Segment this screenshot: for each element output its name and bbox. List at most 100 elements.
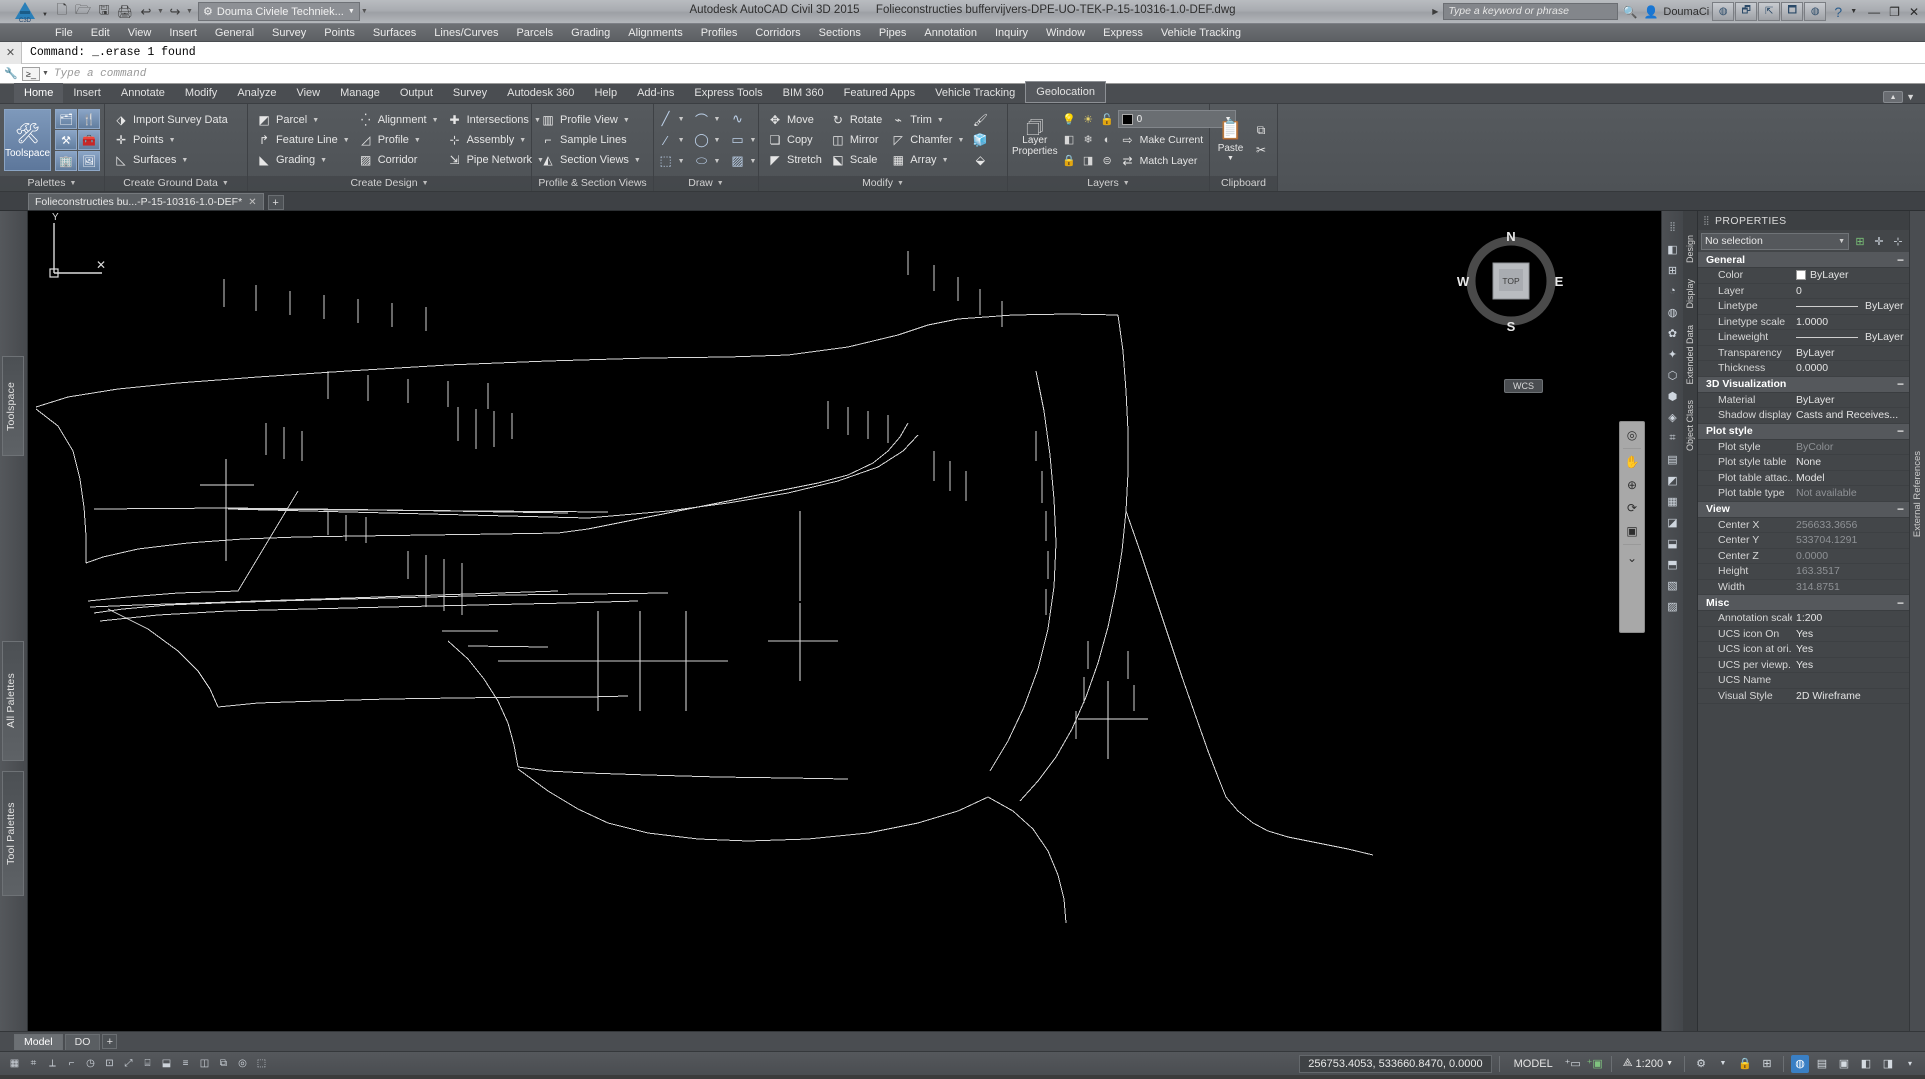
construction-line-tool[interactable]: ⁄ ▼ bbox=[653, 130, 688, 150]
pan-icon[interactable]: ✋ bbox=[1622, 452, 1642, 472]
annotation-scale-control[interactable]: ⟁ 1:200 ▼ bbox=[1619, 1057, 1677, 1070]
auto-scale-icon[interactable]: ⁺▣ bbox=[1586, 1055, 1604, 1073]
menu-item-grading[interactable]: Grading bbox=[562, 24, 619, 42]
property-row[interactable]: Linetype ByLayer bbox=[1698, 299, 1909, 315]
scale-button[interactable]: ⬕ Scale bbox=[826, 151, 886, 170]
chevron-down-icon[interactable]: ▼ bbox=[749, 137, 756, 144]
properties-icon[interactable]: 🏢 bbox=[55, 151, 78, 171]
menu-item-annotation[interactable]: Annotation bbox=[915, 24, 986, 42]
properties-tab-design[interactable]: Design bbox=[1685, 235, 1695, 263]
open-icon[interactable]: 🗁 bbox=[73, 2, 93, 22]
tool-strip-icon-12[interactable]: ▦ bbox=[1664, 492, 1682, 510]
annotation-visibility-icon[interactable]: ⁺▭ bbox=[1564, 1055, 1582, 1073]
section-collapse-icon[interactable]: − bbox=[1897, 597, 1904, 609]
property-row[interactable]: Linetype scale 1.0000 bbox=[1698, 315, 1909, 330]
menu-item-view[interactable]: View bbox=[119, 24, 161, 42]
ribbon-tab-featured-apps[interactable]: Featured Apps bbox=[834, 83, 926, 103]
layer-unisolate-icon[interactable]: ◨ bbox=[1080, 152, 1097, 169]
redo-icon[interactable]: ↪ bbox=[165, 2, 185, 22]
grading-button[interactable]: ◣ Grading ▼ bbox=[252, 151, 354, 170]
panel-expand-icon[interactable]: ▼ bbox=[897, 176, 904, 191]
undo-icon[interactable]: ↩ bbox=[136, 2, 156, 22]
search-binoculars-icon[interactable]: 🔍 bbox=[1621, 3, 1639, 21]
minimize-button[interactable]: — bbox=[1868, 5, 1880, 19]
chamfer-button[interactable]: ◸ Chamfer ▼ bbox=[886, 131, 968, 150]
rail-toolspace[interactable]: Toolspace bbox=[2, 356, 24, 456]
app-menu-caret-icon[interactable]: ▼ bbox=[42, 12, 48, 18]
lightbulb-icon[interactable]: 💡 bbox=[1061, 111, 1078, 128]
panel-expand-icon[interactable]: ▼ bbox=[717, 176, 724, 191]
drawing-canvas[interactable]: Y ✕ TOP N S E W WCS ◎ ✋ ⊕ ⟳ ▣ ⌄ bbox=[28, 211, 1661, 1031]
section-collapse-icon[interactable]: − bbox=[1897, 378, 1904, 390]
rotate-button[interactable]: ↻ Rotate bbox=[826, 111, 886, 130]
tool-strip-icon-5[interactable]: ✦ bbox=[1664, 345, 1682, 363]
toolbar-lock-icon[interactable]: 🔒 bbox=[1736, 1055, 1754, 1073]
profile-button[interactable]: ◿ Profile ▼ bbox=[354, 131, 443, 150]
undo-dropdown-icon[interactable]: ▼ bbox=[157, 8, 164, 15]
palette-grip-icon[interactable]: ⣿ bbox=[1703, 215, 1710, 226]
property-row[interactable]: Lineweight ByLayer bbox=[1698, 330, 1909, 346]
custom-icon-1[interactable]: ◧ bbox=[1857, 1055, 1875, 1073]
orbit-icon[interactable]: ⟳ bbox=[1622, 498, 1642, 518]
chevron-down-icon[interactable]: ▼ bbox=[749, 158, 756, 165]
section-collapse-icon[interactable]: − bbox=[1897, 254, 1904, 266]
sc-icon[interactable]: ◎ bbox=[234, 1055, 251, 1072]
pick-point-icon[interactable]: ✛ bbox=[1871, 233, 1887, 249]
property-row[interactable]: Thickness 0.0000 bbox=[1698, 361, 1909, 377]
redo-dropdown-icon[interactable]: ▼ bbox=[186, 8, 193, 15]
ribbon-minimize-caret-icon[interactable]: ▼ bbox=[1906, 92, 1915, 102]
selection-combo[interactable]: No selection ▼ bbox=[1701, 232, 1849, 250]
close-icon[interactable]: ✕ bbox=[248, 197, 256, 208]
workspace-switcher-icon[interactable]: ⚙ bbox=[1692, 1055, 1710, 1073]
grid-icon[interactable]: ▦ bbox=[6, 1055, 23, 1072]
lwt-icon[interactable]: ≡ bbox=[177, 1055, 194, 1072]
properties-section-view[interactable]: View − bbox=[1698, 501, 1909, 518]
command-options-icon[interactable]: ▼ bbox=[42, 70, 49, 77]
move-button[interactable]: ✥ Move bbox=[763, 111, 826, 130]
model-space-indicator[interactable]: MODEL bbox=[1507, 1058, 1560, 1070]
new-layout-button[interactable]: + bbox=[102, 1034, 118, 1049]
user-avatar-icon[interactable]: 👤 bbox=[1642, 3, 1660, 21]
restore-button[interactable]: ❐ bbox=[1889, 5, 1900, 19]
polar-icon[interactable]: ◷ bbox=[82, 1055, 99, 1072]
section-views-button[interactable]: ◭ Section Views ▼ bbox=[536, 151, 645, 170]
menu-item-alignments[interactable]: Alignments bbox=[619, 24, 691, 42]
am-icon[interactable]: ⬚ bbox=[253, 1055, 270, 1072]
properties-section-general[interactable]: General − bbox=[1698, 252, 1909, 268]
ribbon-tab-modify[interactable]: Modify bbox=[175, 83, 227, 103]
menu-item-corridors[interactable]: Corridors bbox=[746, 24, 809, 42]
title-dropdown-icon[interactable]: ▶ bbox=[1432, 7, 1438, 16]
external-references-rail[interactable]: External References bbox=[1909, 211, 1925, 1031]
tool-strip-icon-14[interactable]: ⬓ bbox=[1664, 534, 1682, 552]
rectangle-tool[interactable]: ▭ ▼ bbox=[724, 130, 759, 150]
ortho-icon[interactable]: ⌐ bbox=[63, 1055, 80, 1072]
layer-off-icon[interactable]: ◐ bbox=[1099, 131, 1116, 148]
ribbon-tab-analyze[interactable]: Analyze bbox=[227, 83, 286, 103]
steering-wheel-icon[interactable]: ◎ bbox=[1622, 425, 1642, 445]
copy-button[interactable]: ❏ Copy bbox=[763, 131, 826, 150]
chevron-down-icon[interactable]: ▼ bbox=[714, 158, 721, 165]
chevron-down-icon[interactable]: ▼ bbox=[348, 8, 355, 15]
chevron-down-icon[interactable]: ▼ bbox=[414, 137, 421, 144]
sample-lines-button[interactable]: ⌐ Sample Lines bbox=[536, 131, 645, 150]
offset-button[interactable]: ⬙ bbox=[968, 151, 992, 170]
make-current-button[interactable]: ⇨ Make Current bbox=[1118, 130, 1206, 149]
chevron-down-icon[interactable]: ▼ bbox=[937, 117, 944, 124]
toolbox-icon[interactable]: 🧰 bbox=[78, 130, 101, 150]
surfaces-button[interactable]: ◺ Surfaces ▼ bbox=[109, 151, 232, 170]
chevron-down-icon[interactable]: ▼ bbox=[957, 137, 964, 144]
save-icon[interactable]: 🖫 bbox=[94, 2, 114, 22]
menu-item-survey[interactable]: Survey bbox=[263, 24, 315, 42]
infer-icon[interactable]: ⟂ bbox=[44, 1055, 61, 1072]
clean-screen-icon[interactable]: ▣ bbox=[1835, 1055, 1853, 1073]
menu-item-file[interactable]: File bbox=[46, 24, 82, 42]
tool-strip-icon-15[interactable]: ⬒ bbox=[1664, 555, 1682, 573]
ellipse-tool[interactable]: ⬭ ▼ bbox=[689, 151, 724, 171]
snap-icon[interactable]: ⌗ bbox=[25, 1055, 42, 1072]
menu-item-surfaces[interactable]: Surfaces bbox=[364, 24, 425, 42]
sun-icon[interactable]: ☀ bbox=[1080, 111, 1097, 128]
zoom-extents-icon[interactable]: ⊕ bbox=[1622, 475, 1642, 495]
chevron-down-icon[interactable]: ▼ bbox=[320, 157, 327, 164]
tool-strip-grip-icon[interactable]: ⣿ bbox=[1668, 215, 1678, 237]
layer-properties-button[interactable]: 🗇 Layer Properties bbox=[1012, 119, 1058, 157]
